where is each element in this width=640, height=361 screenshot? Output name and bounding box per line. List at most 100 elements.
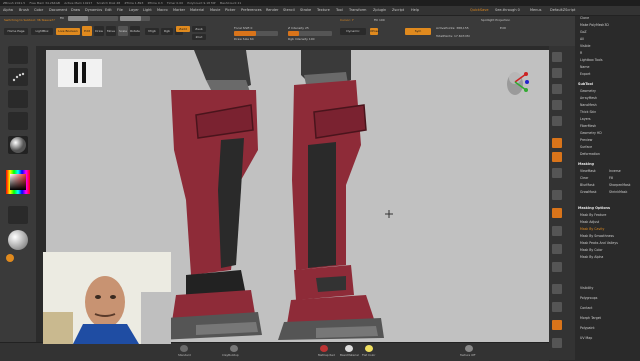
- edit-button[interactable]: Edit: [82, 26, 92, 36]
- standard-brush-label[interactable]: Standard: [178, 353, 191, 357]
- sphere-thumbnail[interactable]: [8, 230, 28, 250]
- color-picker[interactable]: [6, 170, 30, 194]
- standard-brush-icon[interactable]: [180, 345, 188, 352]
- rotate-button[interactable]: Rotate: [130, 26, 140, 36]
- menu-movie[interactable]: Movie: [210, 6, 220, 15]
- matcap-red-icon[interactable]: [320, 345, 328, 352]
- masking-header[interactable]: Masking: [578, 162, 594, 166]
- geometry-item[interactable]: Geometry: [580, 89, 596, 93]
- blurmask-button[interactable]: BlurMask: [580, 183, 595, 187]
- mrgb-button[interactable]: Mrgb: [145, 28, 159, 35]
- menu-macro[interactable]: Macro: [157, 6, 168, 15]
- scroll-icon[interactable]: [552, 84, 562, 94]
- deformation-item[interactable]: Deformation: [580, 152, 600, 156]
- thick-skin-item[interactable]: Thick Skin: [580, 110, 596, 114]
- lightbox-tools-button[interactable]: Lightbox Tools: [580, 58, 603, 62]
- viewmask-button[interactable]: ViewMask: [580, 169, 596, 173]
- mask-peaks-valleys-item[interactable]: Mask Peaks And Valleys: [580, 241, 618, 245]
- scale-button[interactable]: Scale: [118, 26, 128, 36]
- sharpenmask-button[interactable]: SharpenMask: [609, 183, 631, 187]
- lightbox-button[interactable]: LightBox: [31, 28, 53, 35]
- clear-mask-button[interactable]: Clear: [580, 176, 588, 180]
- move-view-icon[interactable]: [552, 226, 562, 236]
- claybuildup-brush-icon[interactable]: [230, 345, 238, 352]
- menu-file[interactable]: File: [117, 6, 123, 15]
- export-button[interactable]: Export: [580, 72, 590, 76]
- polyf-icon[interactable]: [552, 284, 562, 294]
- matcap-red-label[interactable]: MatCap Red: [318, 353, 335, 357]
- menu-layer[interactable]: Layer: [129, 6, 139, 15]
- rotate-view-icon[interactable]: [552, 262, 562, 272]
- menu-document[interactable]: Document: [49, 6, 67, 15]
- symmetry-button[interactable]: Sym: [405, 28, 431, 35]
- basic-material-icon[interactable]: [345, 345, 353, 352]
- fill-mask-button[interactable]: Fill: [609, 176, 613, 180]
- menu-stencil[interactable]: Stencil: [283, 6, 295, 15]
- alpha-thumbnail[interactable]: [8, 90, 28, 108]
- masking-options-header[interactable]: Masking Options: [578, 206, 610, 210]
- shrinkmask-button[interactable]: ShrinkMask: [609, 190, 627, 194]
- preview-item[interactable]: Preview: [580, 138, 592, 142]
- floor-icon[interactable]: [552, 152, 562, 162]
- dynamic-button[interactable]: Dynamic: [340, 28, 366, 35]
- gradient-swatch[interactable]: [8, 206, 28, 224]
- geometry-hd-item[interactable]: Geometry HD: [580, 131, 602, 135]
- default-zscript-button[interactable]: DefaultZScript: [550, 6, 575, 15]
- visible-button[interactable]: Visible: [580, 44, 590, 48]
- transp-icon[interactable]: [552, 302, 562, 312]
- menu-texture[interactable]: Texture: [317, 6, 330, 15]
- texture-off-label[interactable]: Texture Off: [460, 353, 475, 357]
- zadd-button[interactable]: Zadd: [176, 26, 190, 32]
- fibermesh-item[interactable]: FiberMesh: [580, 124, 596, 128]
- menu-render[interactable]: Render: [266, 6, 278, 15]
- morph-target-item[interactable]: Morph Target: [580, 316, 601, 320]
- mask-by-smoothness-item[interactable]: Mask By Smoothness: [580, 234, 614, 238]
- nanomesh-item[interactable]: NanoMesh: [580, 103, 597, 107]
- all-button[interactable]: All: [580, 37, 584, 41]
- uv-map-item[interactable]: UV Map: [580, 336, 592, 340]
- menu-transform[interactable]: Transform: [349, 6, 366, 15]
- persp-icon[interactable]: [552, 138, 562, 148]
- menu-edit[interactable]: Edit: [105, 6, 112, 15]
- menu-zplugin[interactable]: Zplugin: [373, 6, 386, 15]
- r-button[interactable]: R: [580, 51, 582, 55]
- menu-preferences[interactable]: Preferences: [241, 6, 262, 15]
- move-button[interactable]: Move: [106, 26, 116, 36]
- name-button[interactable]: Name: [580, 65, 589, 69]
- layers-item[interactable]: Layers: [580, 117, 591, 121]
- spix-icon[interactable]: [552, 68, 562, 78]
- frame-icon[interactable]: [552, 208, 562, 218]
- solo-icon[interactable]: [552, 320, 562, 330]
- arraymesh-item[interactable]: ArrayMesh: [580, 96, 597, 100]
- subtool-header[interactable]: SubTool: [578, 82, 593, 86]
- zoom-view-icon[interactable]: [552, 244, 562, 254]
- flat-color-icon[interactable]: [365, 345, 373, 352]
- menu-draw[interactable]: Draw: [71, 6, 80, 15]
- basic-material-label[interactable]: BasicMaterial: [340, 353, 359, 357]
- menu-zscript[interactable]: Zscript: [392, 6, 404, 15]
- contact-item[interactable]: Contact: [580, 306, 592, 310]
- inverse-button[interactable]: Inverse: [609, 169, 621, 173]
- menu-alpha[interactable]: Alpha: [3, 6, 13, 15]
- xyz-icon[interactable]: [552, 190, 562, 200]
- quicksave-button[interactable]: QuickSave: [470, 6, 489, 15]
- live-boolean-button[interactable]: Live Boolean: [56, 28, 80, 35]
- mask-by-feature-item[interactable]: Mask By Feature: [580, 213, 606, 217]
- menu-picker[interactable]: Picker: [225, 6, 235, 15]
- texture-thumbnail[interactable]: [8, 112, 28, 130]
- claybuildup-brush-label[interactable]: ClayBuildup: [222, 353, 239, 357]
- menu-stroke[interactable]: Stroke: [300, 6, 311, 15]
- menu-material[interactable]: Material: [190, 6, 204, 15]
- actual-icon[interactable]: [552, 116, 562, 126]
- bpr-icon[interactable]: [552, 52, 562, 62]
- growmask-button[interactable]: GrowMask: [580, 190, 596, 194]
- mask-adjust-item[interactable]: Mask Adjust: [580, 220, 599, 224]
- make-polymesh-button[interactable]: Make PolyMesh3D: [580, 23, 609, 27]
- color-square[interactable]: [10, 174, 26, 190]
- home-page-button[interactable]: Home Page: [4, 28, 28, 35]
- menu-color[interactable]: Color: [34, 6, 43, 15]
- gizmo-slider[interactable]: [68, 16, 118, 21]
- menu-light[interactable]: Light: [143, 6, 152, 15]
- polygroups-item[interactable]: Polygroups: [580, 296, 597, 300]
- zsub-button[interactable]: Zsub: [192, 26, 206, 32]
